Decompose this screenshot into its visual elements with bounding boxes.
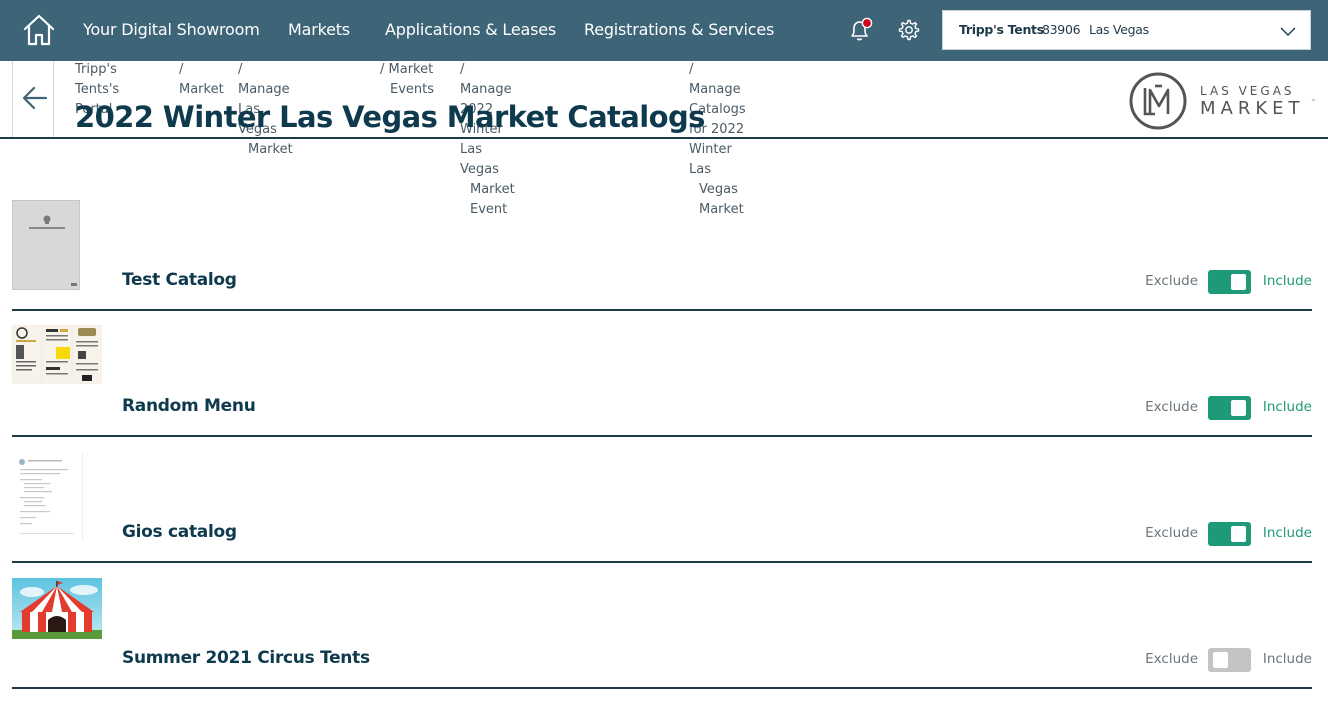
bell-icon [851,17,873,41]
document-page-image [19,459,74,534]
catalog-row: Summer 2021 Circus Tents Exclude Include [12,563,1312,689]
page-title: 2022 Winter Las Vegas Market Catalogs [75,100,705,134]
catalog-thumbnail-summer-2021-circus-tents[interactable] [12,578,102,639]
notification-dot [861,17,873,29]
logo-trademark: ™ [1311,99,1316,105]
account-location: Las Vegas [1089,22,1149,37]
catalog-name[interactable]: Gios catalog [122,522,237,542]
exclude-label: Exclude [1145,525,1198,541]
nav-registrations-services[interactable]: Registrations & Services [584,20,774,39]
breadcrumb-market[interactable]: / Market [179,60,224,100]
include-label: Include [1262,399,1312,415]
nav-your-digital-showroom[interactable]: Your Digital Showroom [83,20,260,39]
home-button[interactable] [22,13,56,47]
include-toggle-switch[interactable] [1208,396,1251,420]
include-toggle-switch[interactable] [1208,270,1251,294]
include-toggle-switch[interactable] [1208,522,1251,546]
arrow-left-icon [22,86,48,110]
toggle-knob [1231,400,1246,416]
back-button[interactable] [12,61,54,138]
account-id: 83906 [1042,22,1081,37]
las-vegas-market-logo: LAS VEGAS MARKET ™ [1128,70,1318,132]
breadcrumb-market-events[interactable]: / Market Events [380,60,434,100]
include-toggle-switch[interactable] [1208,648,1251,672]
include-toggle-group: Exclude Include [1122,648,1312,672]
catalog-row: Random Menu Exclude Include [12,311,1312,437]
catalog-name[interactable]: Random Menu [122,396,256,416]
top-navigation-bar: Your Digital Showroom Markets Applicatio… [0,0,1328,61]
settings-button[interactable] [896,18,920,42]
notifications-button[interactable] [847,17,873,43]
include-label: Include [1262,525,1312,541]
include-toggle-group: Exclude Include [1122,270,1312,294]
home-icon [23,14,55,46]
logo-line1: LAS VEGAS [1200,84,1295,98]
lvm-monogram-icon: LAS VEGAS MARKET ™ [1129,72,1316,130]
catalog-name[interactable]: Test Catalog [122,270,237,290]
account-name: Tripp's Tents [959,22,1044,37]
include-toggle-group: Exclude Include [1122,522,1312,546]
catalog-row: Test Catalog Exclude Include [12,185,1312,311]
include-label: Include [1262,651,1312,667]
exclude-label: Exclude [1145,399,1198,415]
menu-foldout-image [13,326,101,383]
catalog-thumbnail-gios-catalog[interactable] [12,453,83,541]
row-divider [12,687,1312,689]
nav-applications-leases[interactable]: Applications & Leases [385,20,556,39]
chevron-down-icon [1280,27,1296,36]
gear-icon [898,19,920,41]
toggle-knob [1213,652,1228,668]
nav-markets[interactable]: Markets [288,20,350,39]
header-divider [0,137,1328,139]
exclude-label: Exclude [1145,273,1198,289]
account-selector[interactable]: Tripp's Tents 83906 Las Vegas [942,10,1311,50]
catalog-row: Gios catalog Exclude Include [12,437,1312,563]
exclude-label: Exclude [1145,651,1198,667]
toggle-knob [1231,526,1246,542]
catalog-name[interactable]: Summer 2021 Circus Tents [122,648,370,668]
include-toggle-group: Exclude Include [1122,396,1312,420]
include-label: Include [1262,273,1312,289]
catalog-cover-image [29,215,77,286]
circus-tent-image [12,578,102,639]
catalog-thumbnail-test-catalog[interactable] [12,200,80,290]
catalog-thumbnail-random-menu[interactable] [12,325,102,384]
logo-line2: MARKET [1200,98,1305,119]
toggle-knob [1231,274,1246,290]
